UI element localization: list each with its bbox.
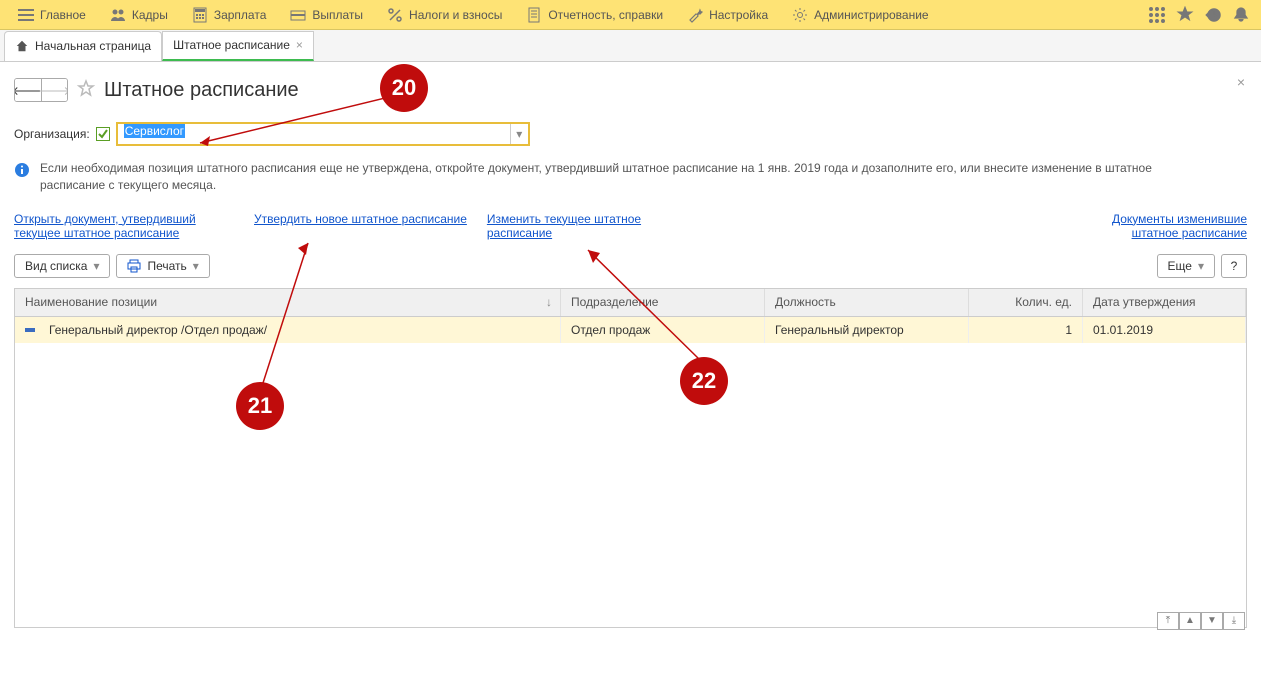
menu-label: Администрирование — [814, 8, 928, 22]
button-label: Печать — [147, 259, 186, 273]
menu-label: Кадры — [132, 8, 168, 22]
table-nav-buttons: ⤒ ▲ ▼ ⤓ — [1157, 612, 1245, 630]
down-button[interactable]: ▼ — [1201, 612, 1223, 630]
printer-icon — [127, 259, 141, 273]
people-icon — [110, 7, 126, 23]
tab-label: Начальная страница — [35, 39, 151, 53]
menu-label: Главное — [40, 8, 86, 22]
table-header: Наименование позиции ↓ Подразделение Дол… — [15, 289, 1246, 317]
bell-icon[interactable] — [1227, 1, 1255, 29]
document-icon — [526, 7, 542, 23]
tab-home[interactable]: Начальная страница — [4, 31, 162, 61]
menu-payments[interactable]: Выплаты — [278, 0, 375, 29]
button-label: Вид списка — [25, 259, 87, 273]
callout-22: 22 — [680, 357, 728, 405]
tab-close-icon[interactable]: × — [296, 38, 303, 52]
nav-back-button[interactable]: 🡐 — [15, 79, 41, 101]
staffing-table: Наименование позиции ↓ Подразделение Дол… — [14, 288, 1247, 628]
gear-icon — [792, 7, 808, 23]
menu-settings[interactable]: Настройка — [675, 0, 780, 29]
menu-label: Отчетность, справки — [548, 8, 663, 22]
wrench-icon — [687, 7, 703, 23]
main-menu: Главное Кадры Зарплата Выплаты Налоги и … — [0, 0, 1261, 30]
menu-label: Зарплата — [214, 8, 267, 22]
history-icon[interactable] — [1199, 1, 1227, 29]
org-label: Организация: — [14, 127, 90, 141]
link-open-doc[interactable]: Открыть документ, утвердивший текущее шт… — [14, 212, 234, 240]
info-icon — [14, 162, 30, 178]
percent-icon — [387, 7, 403, 23]
link-approve-new[interactable]: Утвердить новое штатное расписание — [254, 212, 467, 240]
col-qty-header[interactable]: Колич. ед. — [969, 289, 1083, 316]
close-icon[interactable]: × — [1237, 74, 1245, 90]
col-dept-header[interactable]: Подразделение — [561, 289, 765, 316]
menu-reports[interactable]: Отчетность, справки — [514, 0, 675, 29]
menu-label: Выплаты — [312, 8, 363, 22]
tabs-bar: Начальная страница Штатное расписание × — [0, 30, 1261, 62]
org-field: Сервислог ▾ — [116, 122, 530, 146]
cell-date: 01.01.2019 — [1093, 323, 1153, 337]
org-input[interactable]: Сервислог — [118, 124, 510, 144]
col-name-header[interactable]: Наименование позиции ↓ — [15, 289, 561, 316]
chevron-down-icon: ▾ — [193, 259, 199, 273]
nav-arrows: 🡐 🡒 — [14, 78, 68, 102]
col-job-header[interactable]: Должность — [765, 289, 969, 316]
print-button[interactable]: Печать ▾ — [116, 254, 209, 278]
sort-icon: ↓ — [546, 295, 552, 309]
calculator-icon — [192, 7, 208, 23]
button-label: ? — [1231, 259, 1238, 273]
first-button[interactable]: ⤒ — [1157, 612, 1179, 630]
favorite-icon[interactable] — [1171, 1, 1199, 29]
tab-label: Штатное расписание — [173, 38, 290, 52]
link-docs-changed[interactable]: Документы изменившие штатное расписание — [1067, 212, 1247, 240]
home-icon — [15, 39, 29, 53]
page-content: × 🡐 🡒 Штатное расписание Организация: Се… — [0, 62, 1261, 638]
menu-label: Налоги и взносы — [409, 8, 502, 22]
info-text: Если необходимая позиция штатного распис… — [40, 160, 1210, 194]
org-checkbox[interactable] — [96, 127, 110, 141]
cell-job: Генеральный директор — [775, 323, 904, 337]
up-button[interactable]: ▲ — [1179, 612, 1201, 630]
help-button[interactable]: ? — [1221, 254, 1247, 278]
callout-21: 21 — [236, 382, 284, 430]
chevron-down-icon: ▾ — [93, 259, 99, 273]
button-label: Еще — [1168, 259, 1192, 273]
menu-hr[interactable]: Кадры — [98, 0, 180, 29]
col-date-header[interactable]: Дата утверждения — [1083, 289, 1246, 316]
nav-forward-button[interactable]: 🡒 — [41, 79, 67, 101]
wallet-icon — [290, 7, 306, 23]
cell-qty: 1 — [1065, 323, 1072, 337]
apps-icon[interactable] — [1143, 1, 1171, 29]
last-button[interactable]: ⤓ — [1223, 612, 1245, 630]
callout-20: 20 — [380, 64, 428, 112]
cell-dept: Отдел продаж — [571, 323, 650, 337]
chevron-down-icon: ▾ — [1198, 259, 1204, 273]
menu-label: Настройка — [709, 8, 768, 22]
collapse-icon[interactable] — [25, 328, 35, 332]
favorite-toggle[interactable] — [76, 79, 96, 102]
table-row[interactable]: Генеральный директор /Отдел продаж/ Отде… — [15, 317, 1246, 343]
link-change-current[interactable]: Изменить текущее штатное расписание — [487, 212, 707, 240]
page-title: Штатное расписание — [104, 79, 299, 102]
menu-taxes[interactable]: Налоги и взносы — [375, 0, 514, 29]
tab-staffing[interactable]: Штатное расписание × — [162, 31, 314, 61]
menu-admin[interactable]: Администрирование — [780, 0, 940, 29]
more-button[interactable]: Еще ▾ — [1157, 254, 1215, 278]
view-list-button[interactable]: Вид списка ▾ — [14, 254, 110, 278]
org-dropdown-button[interactable]: ▾ — [510, 124, 528, 144]
menu-salary[interactable]: Зарплата — [180, 0, 279, 29]
menu-icon — [18, 7, 34, 23]
cell-name: Генеральный директор /Отдел продаж/ — [49, 323, 267, 337]
menu-main[interactable]: Главное — [6, 0, 98, 29]
